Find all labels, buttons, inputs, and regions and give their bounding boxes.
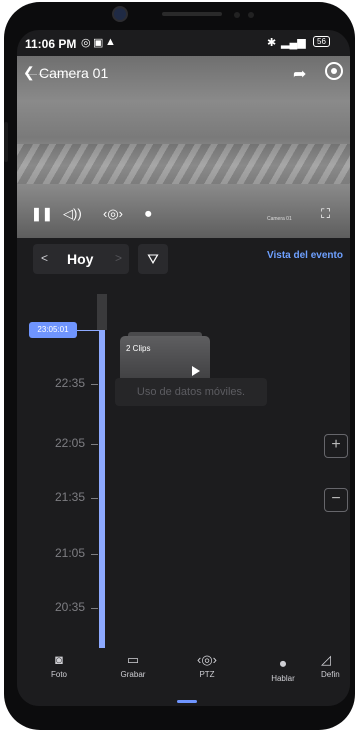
sensor-dot — [248, 12, 254, 18]
event-view-link[interactable]: Vista del evento — [267, 250, 343, 261]
clip-stack-edge — [128, 332, 202, 336]
status-bar: 11:06 PM ◎ ▣ ▲ ✱ ▂▄▆ 56 — [17, 30, 350, 56]
next-day-button[interactable]: > — [115, 251, 122, 265]
clip-count: 2 Clips — [126, 344, 151, 353]
definition-button[interactable]: ◿ Defin — [321, 652, 350, 679]
camera-icon: ◙ — [55, 652, 63, 667]
timeline-label: 22:35 — [55, 376, 86, 390]
volume-icon[interactable]: ◁)) — [63, 206, 82, 222]
ptz-label: PTZ — [199, 670, 215, 679]
record-button[interactable]: ▭ Grabar — [103, 652, 163, 679]
video-motion-blur — [17, 144, 350, 184]
pause-icon[interactable]: ❚❚ — [31, 206, 53, 222]
phone-frame: 11:06 PM ◎ ▣ ▲ ✱ ▂▄▆ 56 —— —— —— —— ❮ Ca… — [4, 2, 355, 730]
camera-title: Camera 01 — [39, 65, 109, 81]
ptz-button[interactable]: ‹◎› PTZ — [177, 652, 237, 679]
date-label[interactable]: Hoy — [67, 251, 93, 267]
talk-label: Hablar — [271, 674, 295, 683]
fullscreen-icon[interactable]: ⛶ — [321, 206, 330, 222]
app-screen: 11:06 PM ◎ ▣ ▲ ✱ ▂▄▆ 56 —— —— —— —— ❮ Ca… — [17, 30, 350, 706]
timeline-tick — [91, 608, 98, 609]
ptz-icon: ‹◎› — [196, 652, 217, 667]
talk-button[interactable]: ⏺ Hablar — [253, 656, 313, 683]
battery-icon: 56 — [313, 36, 330, 47]
timeline-label: 20:35 — [55, 600, 86, 614]
osd-camera-label: Camera 01 — [267, 216, 292, 222]
snapshot-label: Foto — [50, 670, 67, 679]
instagram-icon: ◎ — [81, 37, 91, 49]
definition-icon: ◿ — [321, 652, 331, 667]
front-camera — [112, 6, 128, 22]
page-indicator — [177, 700, 197, 703]
clip-card[interactable]: 2 Clips — [120, 332, 210, 384]
mobile-data-toast: Uso de datos móviles. — [115, 378, 267, 406]
share-icon[interactable]: ➦ — [293, 64, 306, 84]
settings-icon[interactable] — [325, 62, 343, 80]
playback-timeline[interactable]: 23:05:01 22:35 22:05 21:35 21:05 20:35 2… — [17, 294, 350, 650]
timeline-label: 21:05 — [55, 546, 86, 560]
timeline-label: 21:35 — [55, 490, 86, 504]
date-selector-row: < Hoy > ⛛ Vista del evento — [17, 244, 350, 276]
filter-button[interactable]: ⛛ — [138, 244, 168, 274]
record-label: Grabar — [120, 670, 146, 679]
timeline-tick — [91, 498, 98, 499]
timeline-recorded-bar[interactable] — [99, 330, 105, 650]
snapshot-button[interactable]: ◙ Foto — [29, 652, 89, 679]
filter-icon: ⛛ — [147, 251, 159, 267]
record-icon: ▭ — [126, 652, 140, 667]
play-icon[interactable] — [192, 366, 200, 376]
timeline-tick — [91, 554, 98, 555]
earpiece-speaker — [162, 12, 222, 16]
status-time: 11:06 PM — [25, 37, 77, 51]
timeline-tick — [91, 384, 98, 385]
timeline-tick — [91, 444, 98, 445]
bottom-toolbar: ◙ Foto ▭ Grabar ‹◎› PTZ ⏺ Hablar ◿ Defin — [17, 648, 350, 706]
current-time-marker — [75, 330, 105, 331]
current-time-badge: 23:05:01 — [29, 322, 77, 338]
bluetooth-icon: ✱ — [267, 37, 277, 49]
zoom-out-button[interactable]: − — [324, 488, 348, 512]
definition-label: Defin — [321, 670, 340, 679]
microphone-icon[interactable]: ⏺ — [145, 206, 152, 222]
signal-icon: ▂▄▆ — [281, 37, 306, 49]
timeline-future-segment — [97, 294, 107, 330]
date-selector: < Hoy > — [33, 244, 129, 274]
mic-icon: ⏺ — [279, 656, 287, 671]
side-button — [4, 122, 8, 162]
sensor-dot — [234, 12, 240, 18]
zoom-in-button[interactable]: + — [324, 434, 348, 458]
warning-icon: ▲ — [105, 36, 116, 48]
notification-icon: ▣ — [93, 37, 104, 49]
previous-day-button[interactable]: < — [41, 251, 48, 265]
timeline-label: 22:05 — [55, 436, 86, 450]
back-icon[interactable]: ❮ — [23, 64, 35, 81]
ptz-control-icon[interactable]: ‹◎› — [103, 206, 123, 222]
